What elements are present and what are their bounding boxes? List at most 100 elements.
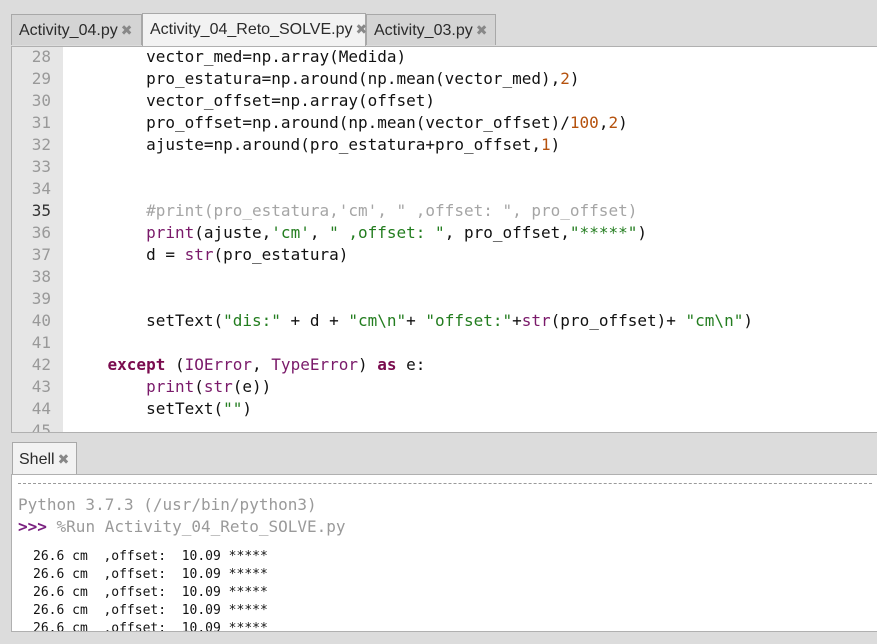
python-version-banner: Python 3.7.3 (/usr/bin/python3) bbox=[18, 495, 317, 514]
code-token: str bbox=[184, 245, 214, 264]
code-line: 40 setText("dis:" + d + "cm\n" + "offset:… bbox=[12, 310, 877, 332]
code-token: 1 bbox=[541, 135, 551, 154]
tab-label: Activity_03.py bbox=[374, 22, 473, 39]
code-token: ( bbox=[194, 377, 204, 396]
code-token: print bbox=[146, 377, 195, 396]
close-icon[interactable]: ✖ bbox=[476, 22, 488, 38]
line-number: 45 bbox=[31, 421, 51, 433]
shell-output-line: 26.6 cm ,offset: 10.09 ***** bbox=[33, 603, 268, 618]
code-token: + bbox=[512, 311, 522, 330]
code-line: 33 bbox=[12, 156, 877, 178]
code-token: (ajuste, bbox=[194, 223, 272, 242]
code-line: 41 bbox=[12, 332, 877, 354]
line-number: 36 bbox=[31, 223, 51, 242]
code-token: vector_med=np.array(Medida) bbox=[69, 47, 407, 66]
code-token: setText( bbox=[69, 311, 224, 330]
code-token: (pro_offset)+ bbox=[550, 311, 686, 330]
code-text: pro_offset=np.around(np.mean(vector_offs… bbox=[69, 112, 628, 134]
code-token: "*****" bbox=[569, 223, 638, 242]
code-token: 'cm' bbox=[271, 223, 310, 242]
code-line: 29 pro_estatura=np.around(np.mean(vector… bbox=[12, 68, 877, 90]
close-icon[interactable]: ✖ bbox=[121, 22, 133, 38]
shell-tab-bar: Shell ✖ bbox=[0, 436, 877, 474]
code-line: 30 vector_offset=np.array(offset) bbox=[12, 90, 877, 112]
shell-output-line: 26.6 cm ,offset: 10.09 ***** bbox=[33, 585, 268, 600]
code-text: setText("dis:" + d + "cm\n"+ "offset:"+s… bbox=[69, 310, 753, 332]
code-line: 35 #print(pro_estatura,'cm', " ,offset: … bbox=[12, 200, 877, 222]
code-line: 45 bbox=[12, 420, 877, 433]
shell-command-line: >>> %Run Activity_04_Reto_SOLVE.py bbox=[18, 517, 346, 536]
code-text: print(str(e)) bbox=[69, 376, 271, 398]
code-token: 100 bbox=[569, 113, 599, 132]
code-line: 32 ajuste=np.around(pro_estatura+pro_off… bbox=[12, 134, 877, 156]
code-token: e: bbox=[396, 355, 426, 374]
line-number: 44 bbox=[31, 399, 51, 418]
tab-activity-04[interactable]: Activity_04.py ✖ bbox=[11, 14, 142, 45]
editor-tab-bar: Activity_04.py ✖ Activity_04_Reto_SOLVE.p… bbox=[0, 0, 877, 46]
code-text: except (IOError, TypeError) as e: bbox=[69, 354, 426, 376]
code-text: print(ajuste,'cm', " ,offset: ", pro_off… bbox=[69, 222, 647, 244]
code-text: pro_estatura=np.around(np.mean(vector_me… bbox=[69, 68, 580, 90]
code-line: 39 bbox=[12, 288, 877, 310]
code-token: setText( bbox=[69, 399, 224, 418]
code-token: 2 bbox=[608, 113, 619, 132]
line-number: 32 bbox=[31, 135, 51, 154]
code-token: "dis:" bbox=[223, 311, 281, 330]
line-number: 34 bbox=[31, 179, 51, 198]
code-token: as bbox=[377, 355, 397, 374]
code-text: ajuste=np.around(pro_estatura+pro_offset… bbox=[69, 134, 560, 156]
divider bbox=[18, 483, 872, 484]
code-token: (e)) bbox=[232, 377, 272, 396]
code-text: vector_offset=np.array(offset) bbox=[69, 90, 435, 112]
code-token: IOError bbox=[184, 355, 253, 374]
line-number: 39 bbox=[31, 289, 51, 308]
line-number: 28 bbox=[31, 47, 51, 66]
tab-label: Activity_04_Reto_SOLVE.py bbox=[150, 21, 353, 38]
line-number: 40 bbox=[31, 311, 51, 330]
code-editor[interactable]: 28 vector_med=np.array(Medida) 29 pro_est… bbox=[11, 46, 877, 433]
code-text: vector_med=np.array(Medida) bbox=[69, 47, 407, 68]
code-token: ) bbox=[569, 69, 580, 88]
code-token: d = bbox=[69, 245, 185, 264]
tab-shell[interactable]: Shell ✖ bbox=[12, 442, 77, 474]
code-token: ajuste=np.around(pro_estatura+pro_offset… bbox=[69, 135, 542, 154]
code-line: 37 d = str(pro_estatura) bbox=[12, 244, 877, 266]
close-icon[interactable]: ✖ bbox=[58, 451, 70, 467]
code-token: , bbox=[309, 223, 330, 242]
code-token: ) bbox=[358, 355, 378, 374]
code-token: ) bbox=[637, 223, 647, 242]
line-number: 41 bbox=[31, 333, 51, 352]
code-token: (pro_estatura) bbox=[213, 245, 349, 264]
line-number: 42 bbox=[31, 355, 51, 374]
code-token: ( bbox=[165, 355, 185, 374]
code-token: , bbox=[252, 355, 272, 374]
code-token: "cm\n" bbox=[348, 311, 407, 330]
shell-prompt: >>> bbox=[18, 517, 47, 536]
code-token: ) bbox=[743, 311, 753, 330]
code-token: str bbox=[521, 311, 551, 330]
code-token: "offset:" bbox=[425, 311, 513, 330]
code-token: pro_estatura=np.around(np.mean(vector_me… bbox=[69, 69, 561, 88]
code-token: "cm\n" bbox=[685, 311, 744, 330]
code-line: 38 bbox=[12, 266, 877, 288]
code-line: 36 print(ajuste,'cm', " ,offset: ", pro_… bbox=[12, 222, 877, 244]
code-line: 43 print(str(e)) bbox=[12, 376, 877, 398]
code-token: #print(pro_estatura,'cm', " ,offset: ", … bbox=[146, 201, 638, 220]
shell-output-line: 26.6 cm ,offset: 10.09 ***** bbox=[33, 621, 268, 632]
code-token: " ,offset: " bbox=[329, 223, 445, 242]
code-token: , pro_offset, bbox=[444, 223, 570, 242]
line-number: 37 bbox=[31, 245, 51, 264]
code-line: 44 setText("") bbox=[12, 398, 877, 420]
code-token: ) bbox=[550, 135, 561, 154]
shell-console[interactable]: Python 3.7.3 (/usr/bin/python3) >>> %Run… bbox=[11, 474, 877, 632]
tab-label: Activity_04.py bbox=[19, 22, 118, 39]
run-command: %Run Activity_04_Reto_SOLVE.py bbox=[46, 517, 346, 536]
tab-activity-03[interactable]: Activity_03.py ✖ bbox=[366, 14, 496, 45]
code-token: + d + bbox=[280, 311, 349, 330]
tab-activity-04-reto-solve[interactable]: Activity_04_Reto_SOLVE.py ✖ bbox=[142, 13, 367, 46]
line-number: 29 bbox=[31, 69, 51, 88]
line-number: 35 bbox=[31, 201, 51, 220]
shell-output-line: 26.6 cm ,offset: 10.09 ***** bbox=[33, 549, 268, 564]
